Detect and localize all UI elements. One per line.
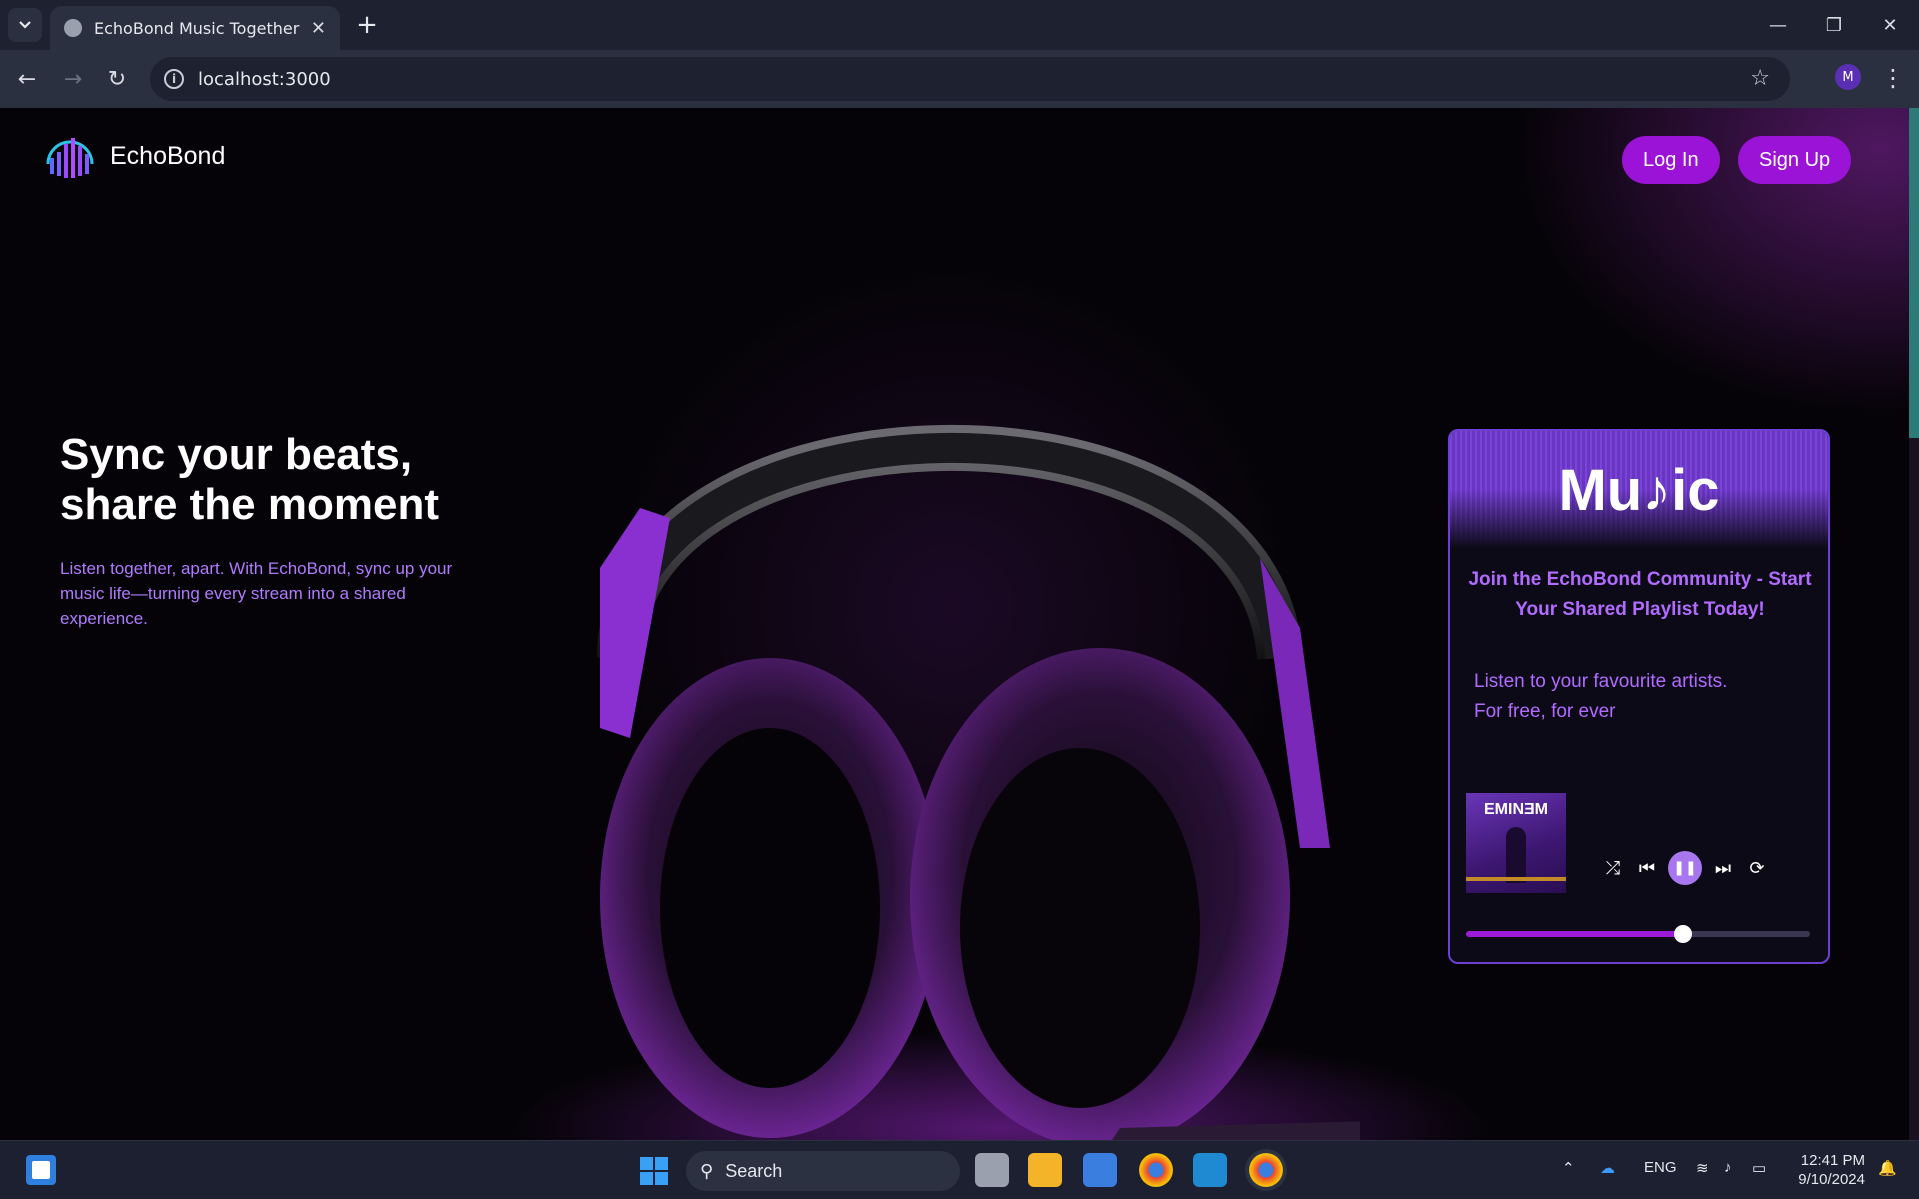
widgets-icon[interactable] [26,1155,56,1185]
brand-name: EchoBond [110,141,226,170]
start-icon-tile [655,1172,668,1185]
previous-icon[interactable]: ⏮ [1634,855,1660,881]
card-title: Join the EchoBond Community - Start Your… [1468,569,1812,620]
close-tab-icon[interactable]: ✕ [311,18,326,39]
start-icon-tile [655,1157,668,1170]
search-icon: ⚲ [700,1160,714,1182]
taskbar-clock[interactable]: 12:41 PM 9/10/2024 [1795,1151,1865,1189]
notification-bell-icon[interactable]: 🔔 [1878,1159,1897,1177]
browser-tab-bar: EchoBond Music Together ✕ + — ❐ ✕ [0,0,1919,50]
battery-icon[interactable]: ▭ [1752,1159,1766,1177]
clock-time: 12:41 PM [1800,1152,1865,1169]
playback-progress-bar[interactable] [1466,925,1810,943]
card-text-line-1: Listen to your favourite artists. [1474,671,1728,692]
start-icon-tile [640,1157,653,1170]
taskbar-search-label: Search [725,1160,783,1181]
next-icon[interactable]: ⏭ [1710,855,1736,881]
globe-icon [64,19,82,37]
music-player-card: Mu♪ic Join the EchoBond Community - Star… [1448,429,1830,964]
music-logo-text: Mu♪ic [1558,458,1720,523]
hero-title-line-1: Sync your beats, [60,430,413,479]
tab-search-button[interactable] [8,8,42,42]
album-art-door [1506,827,1526,883]
repeat-icon[interactable]: ⟳ [1744,855,1770,881]
echobond-logo-icon [46,138,94,178]
shuffle-icon[interactable]: ⤮ [1600,855,1626,881]
restore-icon[interactable]: ❐ [1806,0,1862,50]
clock-date: 9/10/2024 [1798,1171,1865,1188]
brand[interactable]: EchoBond [40,130,225,182]
album-art-floor [1466,877,1566,881]
page-scrollbar[interactable] [1909,108,1919,1140]
start-icon-tile [640,1172,653,1185]
hero-description: Listen together, apart. With EchoBond, s… [60,559,453,628]
taskbar-search[interactable]: ⚲ Search [686,1151,960,1191]
browser-toolbar: ← → ↻ i localhost:3000 ☆ [0,50,1919,108]
file-explorer-icon[interactable] [1028,1153,1062,1187]
login-button[interactable]: Log In [1622,136,1720,184]
vscode-icon[interactable] [1193,1153,1227,1187]
hero-title: Sync your beats, share the moment [60,430,540,530]
microsoft-store-icon[interactable] [1083,1153,1117,1187]
language-indicator[interactable]: ENG [1644,1159,1677,1176]
taskbar: ⚲ Search ⌃ ☁ ENG ≋ ♪ ▭ 12:41 PM 9/10/202… [0,1140,1919,1199]
scrollbar-thumb[interactable] [1909,108,1919,438]
wifi-icon[interactable]: ≋ [1696,1159,1709,1177]
start-button[interactable] [640,1157,668,1185]
hero-title-line-2: share the moment [60,480,439,529]
onedrive-icon[interactable]: ☁ [1600,1159,1615,1177]
chrome-active-icon[interactable] [1249,1153,1283,1187]
chrome-icon[interactable] [1139,1153,1173,1187]
headphones-image [597,424,1360,1140]
progress-knob[interactable] [1673,925,1692,943]
browser-tab[interactable]: EchoBond Music Together ✕ [50,6,340,50]
address-bar[interactable]: i localhost:3000 ☆ [150,57,1790,101]
signup-button[interactable]: Sign Up [1738,136,1852,184]
tray-overflow-icon[interactable]: ⌃ [1562,1159,1575,1177]
card-header: Mu♪ic [1450,431,1828,549]
card-text-line-2: For free, for ever [1474,701,1616,722]
album-art: EMINƎM [1466,793,1566,893]
reload-icon[interactable]: ↻ [100,62,134,96]
site-info-icon[interactable]: i [164,69,184,89]
new-tab-button[interactable]: + [352,10,382,40]
profile-avatar[interactable]: M [1835,64,1861,90]
back-icon[interactable]: ← [10,62,44,96]
tab-title: EchoBond Music Together [94,18,300,38]
forward-icon[interactable]: → [56,62,90,96]
bookmark-star-icon[interactable]: ☆ [1750,66,1770,91]
player-controls: ⤮ ⏮ ❚❚ ⏭ ⟳ [1600,851,1770,885]
minimize-icon[interactable]: — [1750,0,1806,50]
landing-page: EchoBond Log In Sign Up Sync your beats,… [0,108,1909,1140]
chevron-down-icon [19,21,31,29]
pause-icon[interactable]: ❚❚ [1668,851,1702,885]
browser-menu-icon[interactable]: ⋮ [1880,58,1906,98]
close-window-icon[interactable]: ✕ [1862,0,1918,50]
url-text: localhost:3000 [198,68,331,90]
album-art-text: EMINƎM [1484,801,1548,818]
progress-fill [1466,931,1683,937]
volume-icon[interactable]: ♪ [1724,1159,1732,1176]
card-text: Listen to your favourite artists. For fr… [1474,667,1794,727]
task-view-icon[interactable] [975,1153,1009,1187]
